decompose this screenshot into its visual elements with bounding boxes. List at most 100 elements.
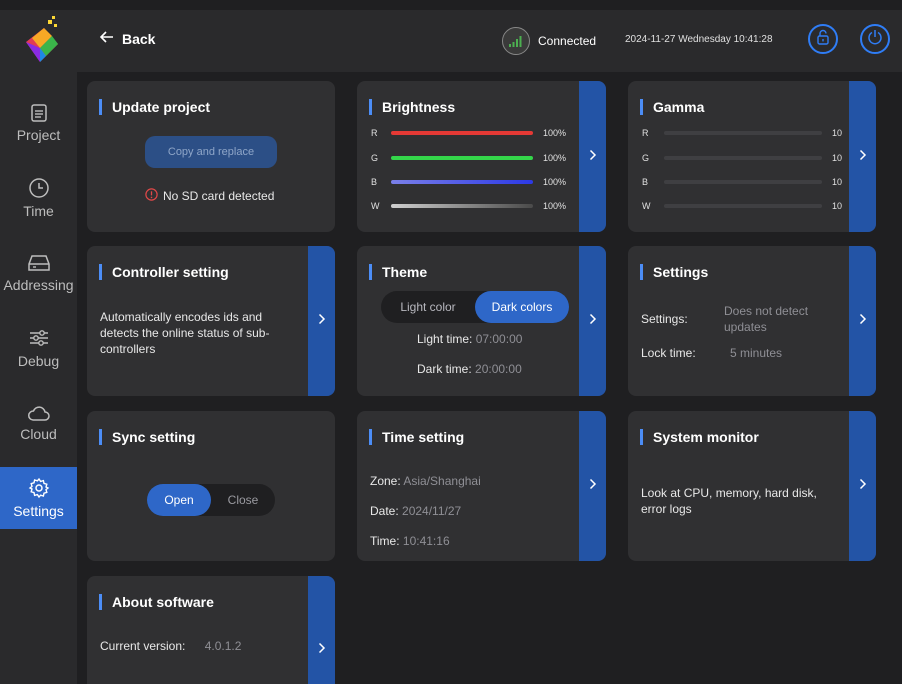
- gamma-card: Gamma R 10 G 10 B 10 W 10: [628, 81, 876, 232]
- sidebar-item-label: Cloud: [20, 426, 57, 442]
- chevron-right-icon: [859, 148, 867, 166]
- slider-track[interactable]: [664, 156, 822, 160]
- chevron-right-icon: [589, 477, 597, 495]
- brightness-slider-r[interactable]: R 100%: [371, 128, 566, 138]
- power-icon: [867, 29, 883, 50]
- arrow-left-icon: [99, 30, 114, 47]
- connection-label: Connected: [538, 34, 597, 48]
- sync-open-option[interactable]: Open: [147, 484, 211, 516]
- sync-setting-card: Sync setting Open Close: [87, 411, 335, 561]
- date-value: 2024/11/27: [402, 504, 462, 518]
- slider-track[interactable]: [391, 131, 533, 135]
- gamma-slider-b[interactable]: B 10: [642, 177, 842, 187]
- card-title: About software: [99, 594, 214, 610]
- about-expand-button[interactable]: [308, 576, 335, 684]
- top-bar: Back Connected 2024-11-27 Wednesday 10:4…: [0, 10, 902, 72]
- slider-track[interactable]: [664, 131, 822, 135]
- version-label: Current version:: [100, 639, 186, 653]
- sidebar-item-label: Project: [16, 127, 61, 143]
- theme-card: Theme Light color Dark colors Light time…: [357, 246, 606, 396]
- theme-toggle[interactable]: Light color Dark colors: [381, 291, 569, 323]
- card-title: Controller setting: [99, 264, 229, 280]
- controller-expand-button[interactable]: [308, 246, 335, 396]
- lock-time-value: 5 minutes: [730, 346, 783, 360]
- about-software-card: About software Current version: 4.0.1.2: [87, 576, 335, 684]
- light-color-option[interactable]: Light color: [381, 300, 475, 314]
- controller-setting-card: Controller setting Automatically encodes…: [87, 246, 335, 396]
- slider-track[interactable]: [664, 180, 822, 184]
- chevron-right-icon: [859, 312, 867, 330]
- brightness-slider-w[interactable]: W 100%: [371, 201, 566, 211]
- sidebar: Project Time Addressing Debug Cloud Sett…: [0, 72, 77, 684]
- card-title: Sync setting: [99, 429, 195, 445]
- settings-value: Does not detect updates: [724, 304, 809, 334]
- slider-track[interactable]: [391, 180, 533, 184]
- gamma-slider-g[interactable]: G 10: [642, 153, 842, 163]
- system-monitor-expand-button[interactable]: [849, 411, 876, 561]
- signal-icon: [502, 27, 530, 55]
- sidebar-item-debug[interactable]: Debug: [0, 317, 77, 379]
- clock-icon: [28, 177, 50, 199]
- card-title: Theme: [369, 264, 427, 280]
- lock-icon: [815, 29, 831, 50]
- brightness-slider-b[interactable]: B 100%: [371, 177, 566, 187]
- datetime: 2024-11-27 Wednesday 10:41:28: [625, 34, 773, 45]
- dark-time-row[interactable]: Dark time: 20:00:00: [417, 362, 522, 376]
- sidebar-item-label: Addressing: [3, 277, 74, 293]
- lock-button[interactable]: [808, 24, 838, 54]
- settings-card: Settings Settings: Does not detect updat…: [628, 246, 876, 396]
- chevron-right-icon: [589, 312, 597, 330]
- power-button[interactable]: [860, 24, 890, 54]
- slider-track[interactable]: [664, 204, 822, 208]
- card-title: Update project: [99, 99, 210, 115]
- gamma-slider-r[interactable]: R 10: [642, 128, 842, 138]
- connection-status: Connected: [502, 27, 596, 55]
- chevron-right-icon: [859, 477, 867, 495]
- update-project-card: Update project Copy and replace No SD ca…: [87, 81, 335, 232]
- sidebar-item-settings[interactable]: Settings: [0, 467, 77, 529]
- chevron-right-icon: [318, 641, 326, 659]
- settings-expand-button[interactable]: [849, 246, 876, 396]
- gamma-expand-button[interactable]: [849, 81, 876, 232]
- theme-expand-button[interactable]: [579, 246, 606, 396]
- lock-time-label: Lock time:: [641, 346, 696, 360]
- gear-icon: [28, 477, 50, 499]
- sidebar-item-addressing[interactable]: Addressing: [0, 242, 77, 304]
- card-title: Brightness: [369, 99, 455, 115]
- light-time-row[interactable]: Light time: 07:00:00: [417, 332, 522, 346]
- sync-close-option[interactable]: Close: [211, 493, 275, 507]
- chevron-right-icon: [318, 312, 326, 330]
- gamma-slider-w[interactable]: W 10: [642, 201, 842, 211]
- sliders-icon: [28, 327, 50, 349]
- dark-time-value: 20:00:00: [475, 362, 522, 376]
- sidebar-item-time[interactable]: Time: [0, 167, 77, 229]
- card-title: Gamma: [640, 99, 704, 115]
- card-title: Settings: [640, 264, 708, 280]
- sync-toggle[interactable]: Open Close: [147, 484, 275, 516]
- controller-description: Automatically encodes ids and detects th…: [100, 310, 270, 356]
- back-label: Back: [122, 30, 156, 47]
- warning-text: No SD card detected: [163, 189, 275, 203]
- light-time-value: 07:00:00: [475, 332, 523, 346]
- brightness-expand-button[interactable]: [579, 81, 606, 232]
- sidebar-item-project[interactable]: Project: [0, 92, 77, 154]
- brightness-slider-g[interactable]: G 100%: [371, 153, 566, 163]
- light-time-label: Light time:: [417, 332, 473, 346]
- version-row: Current version: 4.0.1.2: [100, 639, 241, 653]
- time-setting-expand-button[interactable]: [579, 411, 606, 561]
- dark-time-label: Dark time:: [417, 362, 472, 376]
- chevron-right-icon: [589, 148, 597, 166]
- sd-card-warning: No SD card detected: [145, 188, 274, 204]
- system-monitor-description: Look at CPU, memory, hard disk, error lo…: [641, 486, 817, 516]
- copy-and-replace-button[interactable]: Copy and replace: [145, 136, 277, 168]
- sidebar-item-cloud[interactable]: Cloud: [0, 392, 77, 454]
- document-icon: [29, 103, 49, 123]
- back-button[interactable]: Back: [99, 30, 156, 47]
- app-logo: [8, 10, 72, 72]
- slider-track[interactable]: [391, 204, 533, 208]
- system-monitor-card: System monitor Look at CPU, memory, hard…: [628, 411, 876, 561]
- dark-colors-option[interactable]: Dark colors: [475, 291, 569, 323]
- version-value: 4.0.1.2: [204, 639, 242, 653]
- slider-track[interactable]: [391, 156, 533, 160]
- settings-label: Settings:: [641, 312, 688, 326]
